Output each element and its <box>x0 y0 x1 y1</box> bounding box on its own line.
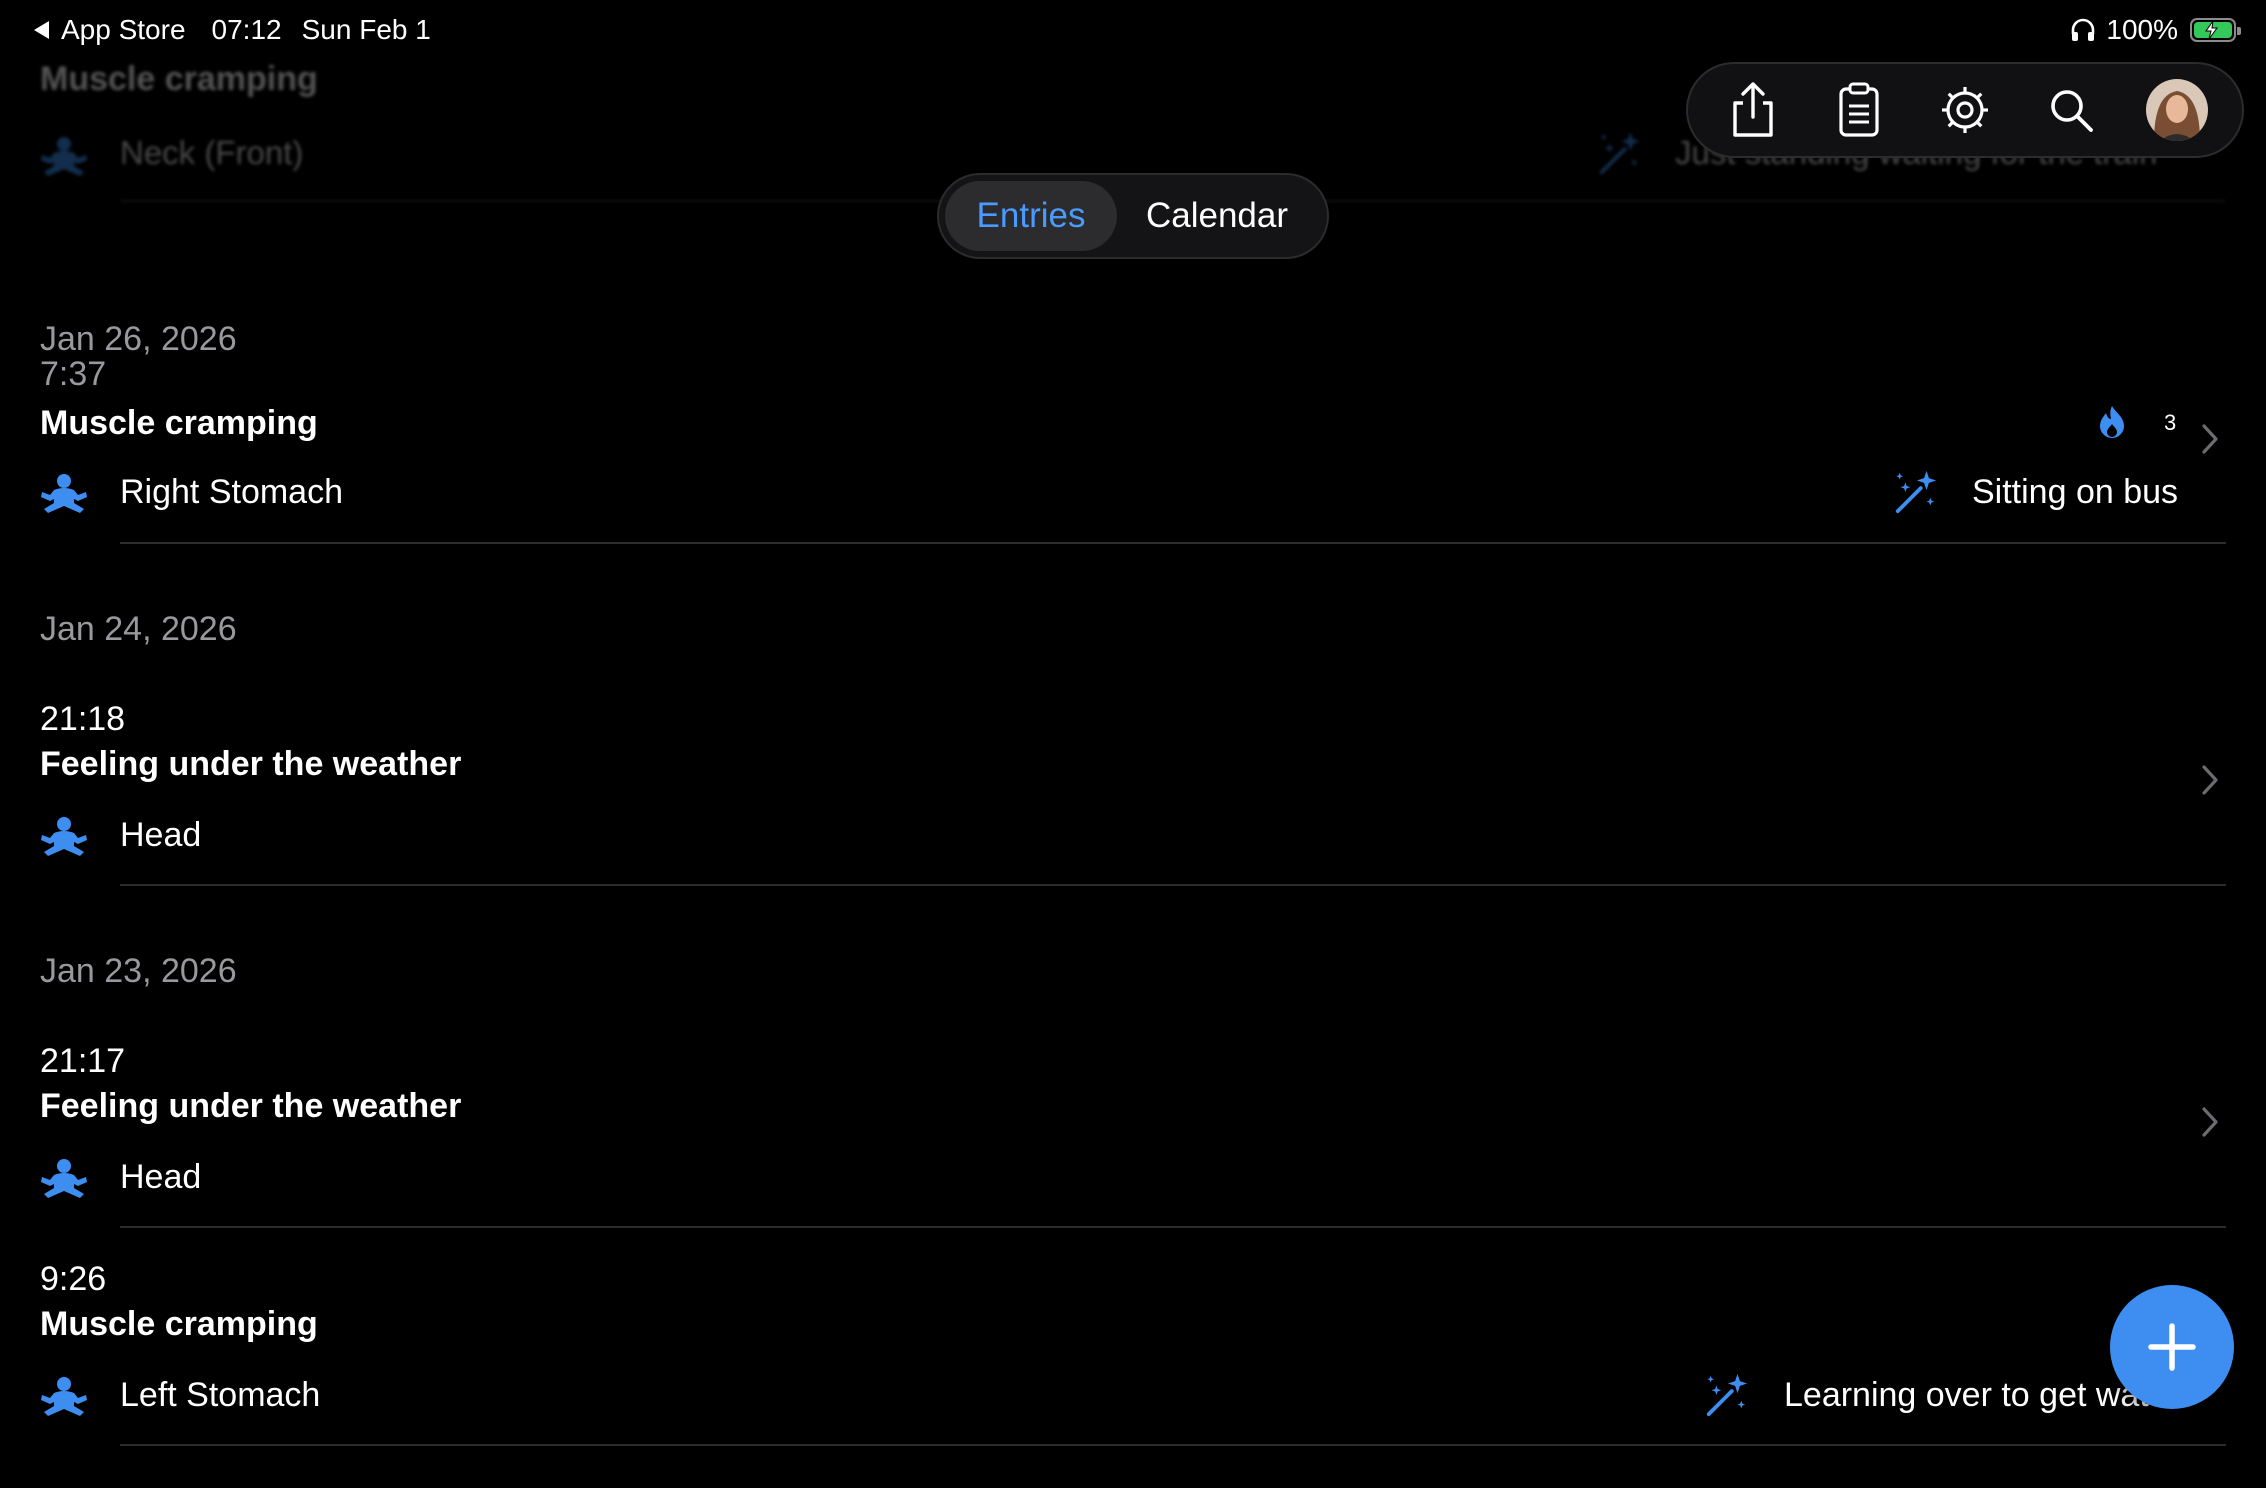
add-entry-button[interactable] <box>2110 1285 2234 1409</box>
body-location-icon <box>40 473 88 513</box>
back-arrow-icon <box>34 21 49 39</box>
battery-icon <box>2190 18 2241 42</box>
entry-location: Left Stomach <box>120 1376 321 1414</box>
entry-time: 21:17 <box>40 1042 126 1080</box>
chevron-right-icon <box>2200 1106 2220 1138</box>
entry-title: Feeling under the weather <box>40 745 462 783</box>
body-location-icon <box>40 1376 88 1416</box>
date-header: Jan 26, 2026 <box>40 320 237 358</box>
intensity-count: 3 <box>2164 410 2177 435</box>
profile-button[interactable] <box>2141 74 2213 146</box>
entry-title: Muscle cramping <box>40 404 318 442</box>
body-location-icon <box>40 1158 88 1198</box>
entry-time: 21:18 <box>40 700 126 738</box>
search-button[interactable] <box>2035 74 2107 146</box>
tab-calendar[interactable]: Calendar <box>1117 181 1317 251</box>
body-location-icon <box>40 816 88 856</box>
back-app-label: App Store <box>61 14 186 45</box>
chevron-right-icon <box>2200 423 2220 455</box>
charging-bolt-icon <box>2205 21 2218 39</box>
share-button[interactable] <box>1717 74 1789 146</box>
date-header: Jan 24, 2026 <box>40 610 237 648</box>
chevron-right-icon <box>2200 764 2220 796</box>
list-item[interactable]: 9:26 Muscle cramping Left Stomach Learni… <box>0 1260 2266 1450</box>
faded-entry-location: Neck (Front) <box>120 134 304 171</box>
view-segmented-control: Entries Calendar <box>937 173 1329 259</box>
magic-wand-icon <box>1703 1372 1749 1418</box>
status-time: 07:12 <box>211 14 282 45</box>
list-item[interactable]: 21:18 Feeling under the weather Head <box>0 700 2266 890</box>
back-to-app-store[interactable]: App Store 07:12 Sun Feb 1 <box>34 14 431 46</box>
search-icon <box>2051 90 2093 132</box>
tab-entries[interactable]: Entries <box>945 181 1117 251</box>
body-location-icon <box>40 136 88 176</box>
date-header: Jan 23, 2026 <box>40 952 237 990</box>
magic-wand-icon <box>1596 130 1642 176</box>
gear-icon <box>1942 87 1988 133</box>
entry-location: Head <box>120 816 202 854</box>
flame-icon <box>2100 406 2124 438</box>
separator <box>120 884 2226 886</box>
list-item[interactable]: 21:17 Feeling under the weather Head <box>0 1042 2266 1232</box>
share-icon <box>1733 82 1773 137</box>
status-date: Sun Feb 1 <box>301 14 431 45</box>
battery-percent: 100% <box>2106 14 2178 45</box>
entry-time: 7:37 <box>40 355 107 393</box>
faded-entry-title: Muscle cramping <box>40 60 318 98</box>
entry-title: Muscle cramping <box>40 1305 318 1343</box>
plus-icon <box>2148 1323 2196 1371</box>
entry-title: Feeling under the weather <box>40 1087 462 1125</box>
settings-button[interactable] <box>1929 74 2001 146</box>
entry-time: 9:26 <box>40 1260 107 1298</box>
separator <box>120 542 2226 544</box>
top-toolbar <box>1686 62 2244 158</box>
status-indicators: 100% <box>2070 14 2241 46</box>
entry-activity: Sitting on bus <box>1972 473 2179 511</box>
headphones-icon <box>2072 18 2095 41</box>
clipboard-icon <box>1839 82 1879 137</box>
entry-location: Right Stomach <box>120 473 343 511</box>
list-item[interactable]: 7:37 Muscle cramping 3 Right Stomach Sit… <box>0 355 2266 545</box>
magic-wand-icon <box>1892 469 1938 515</box>
separator <box>120 1226 2226 1228</box>
avatar <box>2146 79 2208 141</box>
entry-location: Head <box>120 1158 202 1196</box>
clipboard-button[interactable] <box>1823 74 1895 146</box>
separator <box>120 1444 2226 1446</box>
